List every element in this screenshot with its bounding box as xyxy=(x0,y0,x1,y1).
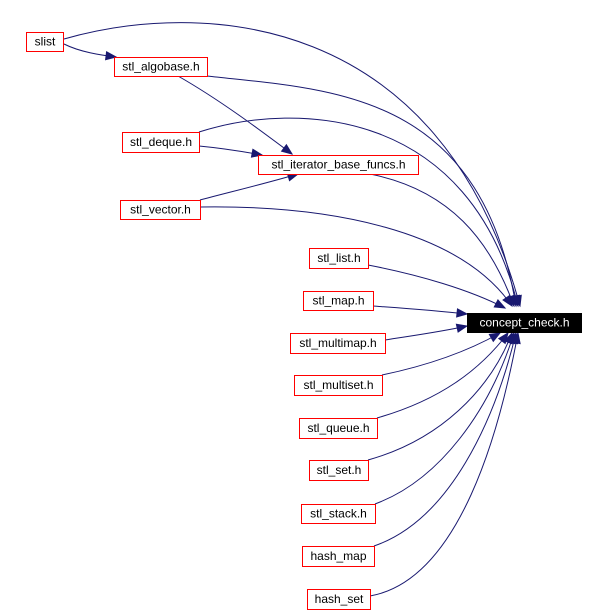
edge-stl_multiset-to-concept_check xyxy=(381,332,502,376)
edge-line xyxy=(369,173,515,307)
arrowhead-icon xyxy=(493,298,507,309)
node-label: stl_multimap.h xyxy=(299,336,376,350)
node-label: stl_algobase.h xyxy=(122,60,199,74)
node-stl_queue[interactable]: stl_queue.h xyxy=(299,418,378,439)
edge-line xyxy=(374,332,515,505)
arrowhead-icon xyxy=(280,143,294,155)
node-stl_deque[interactable]: stl_deque.h xyxy=(122,132,200,153)
node-label: stl_set.h xyxy=(317,463,362,477)
edge-stl_map-to-concept_check xyxy=(372,305,469,318)
node-label: slist xyxy=(35,35,56,49)
edge-line xyxy=(384,325,468,341)
node-stl_list[interactable]: stl_list.h xyxy=(309,248,369,269)
edge-stl_queue-to-concept_check xyxy=(376,331,509,419)
node-label: stl_stack.h xyxy=(310,507,367,521)
node-label: stl_list.h xyxy=(317,251,360,265)
arrowhead-icon xyxy=(456,308,469,318)
edge-stl_list-to-concept_check xyxy=(367,264,507,309)
node-stl_map[interactable]: stl_map.h xyxy=(303,291,374,311)
edge-line xyxy=(373,332,517,547)
edge-line xyxy=(198,117,519,307)
edge-slist-to-stl_algobase xyxy=(63,43,118,61)
node-hash_set[interactable]: hash_set xyxy=(307,589,371,610)
node-label: stl_iterator_base_funcs.h xyxy=(271,158,405,172)
node-stl_iterator_base_funcs[interactable]: stl_iterator_base_funcs.h xyxy=(258,155,419,175)
edge-stl_deque-to-stl_iterator_base_funcs xyxy=(198,145,264,158)
edge-line xyxy=(376,332,509,419)
edge-stl_set-to-concept_check xyxy=(367,331,513,461)
node-label: stl_queue.h xyxy=(307,421,369,435)
node-stl_set[interactable]: stl_set.h xyxy=(309,460,369,481)
node-hash_map[interactable]: hash_map xyxy=(302,546,375,567)
edge-stl_algobase-to-concept_check xyxy=(206,75,519,308)
node-slist[interactable]: slist xyxy=(26,32,64,52)
node-stl_multiset[interactable]: stl_multiset.h xyxy=(294,375,383,396)
edge-line xyxy=(381,332,501,376)
edge-stl_vector-to-stl_iterator_base_funcs xyxy=(199,172,300,201)
node-stl_vector[interactable]: stl_vector.h xyxy=(120,200,201,220)
edge-line xyxy=(206,75,517,307)
edge-stl_stack-to-concept_check xyxy=(374,331,516,505)
edge-line xyxy=(367,264,506,309)
edges-layer xyxy=(63,22,522,597)
node-stl_multimap[interactable]: stl_multimap.h xyxy=(290,333,386,354)
node-stl_algobase[interactable]: stl_algobase.h xyxy=(114,57,208,77)
node-label: stl_vector.h xyxy=(130,203,191,217)
node-label: stl_deque.h xyxy=(130,135,192,149)
edge-line xyxy=(372,305,468,315)
edge-line xyxy=(367,332,513,461)
node-label: concept_check.h xyxy=(479,316,569,330)
node-label: hash_set xyxy=(315,592,364,606)
edge-stl_deque-to-concept_check xyxy=(198,117,521,308)
arrowhead-icon xyxy=(455,323,469,333)
node-stl_stack[interactable]: stl_stack.h xyxy=(301,504,376,524)
include-graph: slist stl_algobase.h stl_deque.h stl_iterat… xyxy=(26,22,582,610)
arrowhead-icon xyxy=(488,332,502,343)
nodes-layer: slist stl_algobase.h stl_deque.h stl_iterat… xyxy=(26,32,582,610)
node-concept_check[interactable]: concept_check.h xyxy=(467,313,582,333)
edge-stl_iterator_base_funcs-to-concept_check xyxy=(369,173,515,308)
edge-line xyxy=(199,173,299,201)
node-label: stl_multiset.h xyxy=(303,378,373,392)
node-label: stl_map.h xyxy=(312,294,364,308)
edge-stl_multimap-to-concept_check xyxy=(384,323,469,341)
node-label: hash_map xyxy=(310,549,366,563)
